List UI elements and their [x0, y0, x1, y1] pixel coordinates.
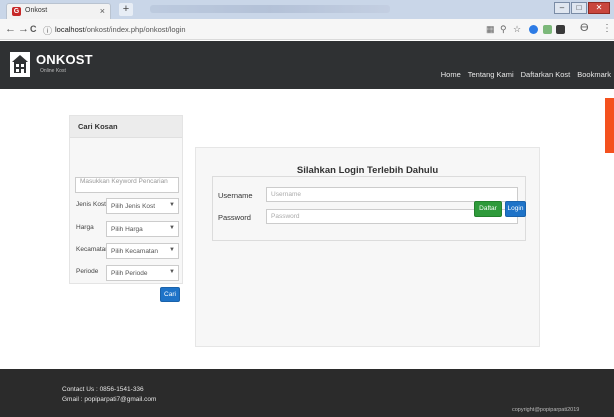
periode-select[interactable]: Pilih Periode ▼: [106, 265, 179, 281]
filter-row-kecamatan: Kecamatan Pilih Kecamatan ▼: [75, 243, 179, 259]
forward-icon[interactable]: →: [18, 23, 29, 35]
select-value: Pilih Jenis Kost: [111, 203, 156, 210]
password-label: Password: [218, 213, 251, 222]
password-row: Password Password: [218, 209, 518, 225]
main-nav: Home Tentang Kami Daftarkan Kost Bookmar…: [441, 70, 611, 79]
filter-label: Harga: [76, 224, 94, 231]
username-input[interactable]: Username: [266, 187, 518, 202]
browser-tab-bar: G Onkost × + – □ ✕: [0, 0, 614, 19]
brand-name[interactable]: ONKOST: [36, 52, 93, 67]
select-value: Pilih Harga: [111, 226, 143, 233]
login-button[interactable]: Login: [505, 201, 526, 217]
register-button[interactable]: Daftar: [474, 201, 502, 217]
username-row: Username Username: [218, 187, 518, 203]
filter-row-jenis-kost: Jenis Kost Pilih Jenis Kost ▼: [75, 198, 179, 214]
blurred-titlebar-area: [150, 5, 390, 13]
browser-tab[interactable]: G Onkost ×: [6, 3, 111, 19]
url-host: localhost: [55, 25, 85, 34]
search-panel-header: Cari Kosan: [70, 116, 182, 138]
keyword-search-input[interactable]: Masukkan Keyword Pencarian: [75, 177, 179, 193]
tab-title: Onkost: [25, 7, 48, 14]
browser-menu-icon[interactable]: ⋮: [602, 23, 612, 34]
filter-label: Jenis Kost: [76, 201, 106, 208]
tab-close-icon[interactable]: ×: [100, 6, 105, 16]
url-path: /onkost/index.php/onkost/login: [84, 25, 186, 34]
site-info-icon[interactable]: ⓘ: [43, 24, 52, 37]
harga-select[interactable]: Pilih Harga ▼: [106, 221, 179, 237]
footer-copyright: copyright@popiparpati2019: [512, 407, 580, 413]
extension-icon[interactable]: [556, 25, 565, 34]
site-header: ONKOST Online Kost Home Tentang Kami Daf…: [0, 41, 614, 89]
address-bar: ← → C ⓘ localhost/onkost/index.php/onkos…: [0, 19, 614, 40]
nav-tentang-kami[interactable]: Tentang Kami: [468, 70, 514, 79]
maximize-icon[interactable]: □: [571, 2, 587, 14]
floating-side-tab[interactable]: [605, 98, 614, 153]
favicon-icon: G: [12, 7, 21, 16]
translate-icon[interactable]: ▦: [486, 24, 495, 35]
search-panel-title: Cari Kosan: [78, 122, 118, 131]
site-footer: Contact Us : 0856-1541-336 Gmail : popip…: [0, 369, 614, 417]
filter-row-periode: Periode Pilih Periode ▼: [75, 265, 179, 281]
kecamatan-select[interactable]: Pilih Kecamatan ▼: [106, 243, 179, 259]
jenis-kost-select[interactable]: Pilih Jenis Kost ▼: [106, 198, 179, 214]
login-panel: Silahkan Login Terlebih Dahulu Username …: [195, 147, 540, 347]
select-value: Pilih Kecamatan: [111, 248, 158, 255]
select-value: Pilih Periode: [111, 270, 148, 277]
back-icon[interactable]: ←: [5, 23, 16, 35]
extension-icon[interactable]: [543, 25, 552, 34]
profile-icon[interactable]: ϴ: [580, 22, 589, 34]
username-label: Username: [218, 191, 253, 200]
minimize-icon[interactable]: –: [554, 2, 570, 14]
dropdown-caret-icon: ▼: [169, 225, 175, 231]
nav-daftarkan-kost[interactable]: Daftarkan Kost: [521, 70, 571, 79]
login-title: Silahkan Login Terlebih Dahulu: [296, 165, 439, 176]
footer-contact: Contact Us : 0856-1541-336: [62, 386, 144, 393]
dropdown-caret-icon: ▼: [169, 269, 175, 275]
dropdown-caret-icon: ▼: [169, 247, 175, 253]
bookmark-star-icon[interactable]: ☆: [513, 24, 521, 35]
nav-home[interactable]: Home: [441, 70, 461, 79]
filter-label: Kecamatan: [76, 246, 109, 253]
reload-icon[interactable]: C: [30, 24, 37, 34]
dropdown-caret-icon: ▼: [169, 202, 175, 208]
window-close-icon[interactable]: ✕: [588, 2, 610, 14]
footer-email: Gmail : popiparpati7@gmail.com: [62, 396, 157, 403]
filter-row-harga: Harga Pilih Harga ▼: [75, 221, 179, 237]
search-button[interactable]: Cari: [160, 287, 180, 302]
extension-icon[interactable]: [529, 25, 538, 34]
new-tab-button[interactable]: +: [119, 3, 133, 16]
brand-tagline: Online Kost: [40, 68, 66, 74]
zoom-icon[interactable]: ⚲: [500, 24, 507, 35]
house-logo-icon[interactable]: [8, 51, 32, 78]
filter-label: Periode: [76, 268, 99, 275]
window-controls: – □ ✕: [553, 2, 610, 16]
url-field[interactable]: localhost/onkost/index.php/onkost/login: [55, 25, 186, 34]
nav-bookmark[interactable]: Bookmark: [577, 70, 611, 79]
